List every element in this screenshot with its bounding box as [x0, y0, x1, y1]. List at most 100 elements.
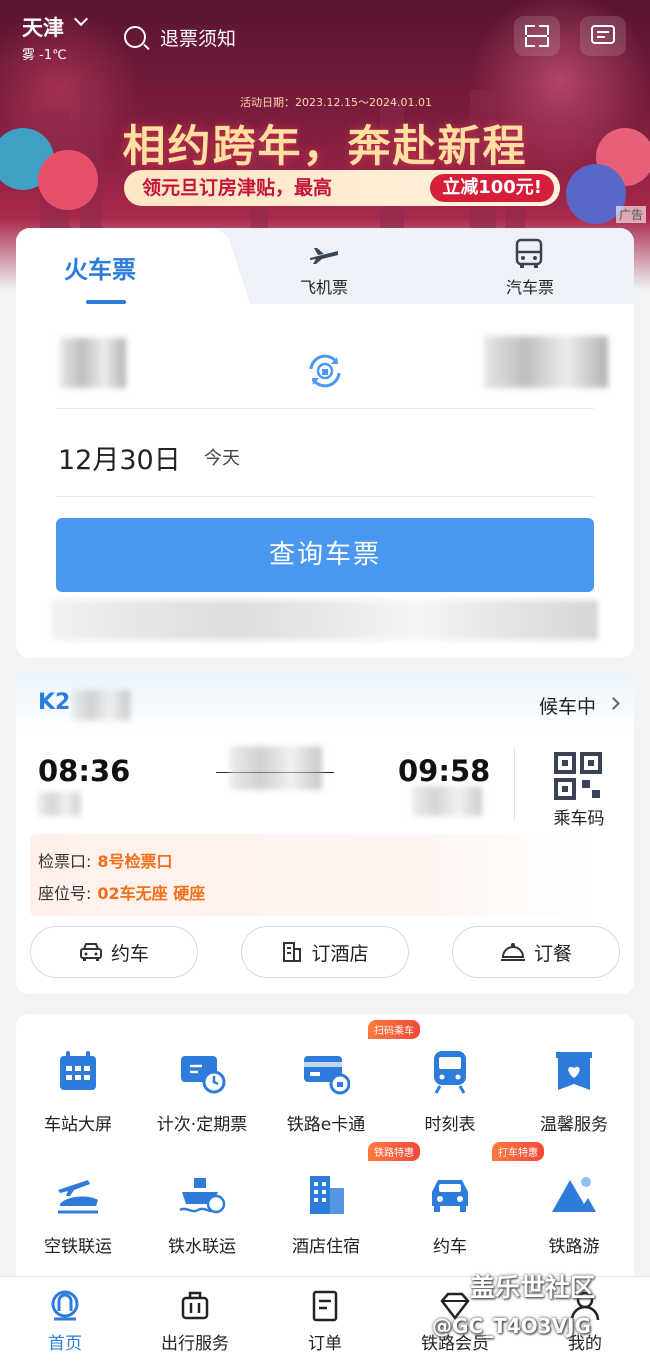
book-car-label: 约车: [110, 942, 149, 965]
car-icon: [432, 1180, 468, 1212]
scan-button[interactable]: [514, 16, 560, 56]
travel-date[interactable]: 12月30日: [58, 438, 181, 477]
banner-headline: 相约跨年，奔赴新程: [122, 122, 528, 172]
departure-time: 08:36: [38, 754, 131, 788]
seat-label: 座位号:: [38, 884, 92, 903]
service-caring[interactable]: 温馨服务: [512, 1048, 634, 1135]
service-station-screen[interactable]: 车站大屏: [16, 1048, 140, 1135]
scan-ride-badge: 扫码乘车: [368, 1020, 420, 1039]
tab-train-label[interactable]: 火车票: [64, 250, 136, 285]
message-icon: [591, 25, 615, 44]
city-chevron-down-icon[interactable]: [73, 11, 89, 27]
calendar-grid-icon: [60, 1051, 96, 1090]
airplane-icon[interactable]: [308, 242, 340, 266]
taxi-discount-badge: 打车特惠: [492, 1142, 544, 1161]
message-button[interactable]: [580, 16, 626, 56]
service-label: 计次·定期票: [156, 1115, 248, 1135]
plane-train-icon: [58, 1180, 98, 1214]
tab-bus[interactable]: 汽车票: [490, 274, 570, 298]
book-hotel-label: 订酒店: [311, 942, 369, 965]
service-periodic-ticket[interactable]: 计次·定期票: [140, 1048, 264, 1135]
scan-icon: [527, 35, 547, 37]
promo-text: 领元旦订房津贴，最高: [142, 177, 333, 199]
divider: [56, 408, 594, 409]
search-bar[interactable]: 退票须知: [124, 22, 236, 52]
cloche-icon: [500, 943, 525, 961]
trip-status[interactable]: 候车中: [539, 692, 596, 719]
watermark-community: 盖乐世社区: [470, 1273, 596, 1302]
qr-code-label[interactable]: 乘车码: [534, 804, 624, 829]
heart-box-icon: [556, 1052, 592, 1090]
bus-icon[interactable]: [514, 238, 544, 270]
ticket-info-panel: 检票口: 8号检票口 座位号: 02车无座 硬座: [30, 834, 590, 916]
current-trip-card[interactable]: K2 候车中 08:36 09:58 乘车码 检票口: 8号检票口 座位号: 02车…: [16, 674, 634, 994]
order-list-icon: [312, 1290, 338, 1322]
service-label: 车站大屏: [44, 1115, 112, 1135]
gate-label: 检票口:: [38, 852, 92, 871]
gate-value: 8号检票口: [97, 852, 173, 871]
tab-label: 出行服务: [161, 1334, 229, 1354]
service-rail-water[interactable]: 铁水联运: [140, 1170, 264, 1257]
ship-icon: [179, 1178, 226, 1214]
service-air-rail[interactable]: 空铁联运: [16, 1170, 140, 1257]
swap-stations-icon[interactable]: [303, 349, 347, 393]
divider: [56, 496, 594, 497]
banner-promo: 领元旦订房津贴，最高 立减100元!: [124, 170, 560, 206]
service-rail-ecard[interactable]: 扫码乘车 铁路e卡通: [264, 1020, 420, 1135]
gate-row: 检票口: 8号检票口: [38, 848, 173, 872]
seat-value: 02车无座 硬座: [97, 884, 206, 903]
tab-travel-services[interactable]: 出行服务: [130, 1277, 260, 1364]
service-label: 酒店住宿: [292, 1237, 360, 1257]
trip-date-redacted: [230, 746, 322, 790]
luggage-icon: [181, 1291, 209, 1320]
search-icon: [124, 26, 146, 48]
ticket-tabs: 火车票 飞机票 汽车票: [16, 228, 634, 306]
service-label: 约车: [433, 1237, 467, 1257]
service-label: 空铁联运: [44, 1237, 112, 1257]
ticket-clock-icon: [181, 1056, 226, 1094]
to-station-redacted[interactable]: [484, 336, 608, 388]
service-label: 铁路游: [548, 1237, 600, 1257]
book-car-button[interactable]: 约车: [30, 926, 198, 978]
seat-row: 座位号: 02车无座 硬座: [38, 880, 205, 904]
booking-card: 火车票 飞机票 汽车票 12月30日 今天 查询车票: [16, 228, 634, 658]
tab-orders[interactable]: 订单: [260, 1277, 390, 1364]
hotel-doc-icon: [283, 942, 302, 962]
order-meal-label: 订餐: [533, 942, 572, 965]
service-timetable[interactable]: 时刻表: [388, 1048, 512, 1135]
tab-active-indicator: [86, 300, 126, 304]
tab-home[interactable]: 首页: [0, 1277, 130, 1364]
service-rail-tour[interactable]: 铁路游: [512, 1170, 634, 1257]
tab-label: 首页: [48, 1334, 82, 1354]
today-label: 今天: [204, 448, 240, 469]
services-grid: 车站大屏 计次·定期票 扫码乘车 铁路e卡通 时刻表 温馨服务 空铁联运 铁水联…: [16, 1014, 634, 1276]
weather-text: 雾 -1℃: [22, 48, 67, 63]
railway-logo-icon: [51, 1290, 79, 1321]
query-tickets-button[interactable]: 查询车票: [56, 518, 594, 592]
service-label: 铁水联运: [168, 1237, 236, 1257]
rail-discount-badge: 铁路特惠: [368, 1142, 420, 1161]
tab-label: 订单: [308, 1334, 342, 1354]
taxi-icon: [79, 943, 102, 961]
train-number: K2: [38, 690, 71, 715]
service-label: 温馨服务: [540, 1115, 608, 1135]
book-hotel-button[interactable]: 订酒店: [241, 926, 409, 978]
watermark-handle: @GC_T4O3VJG: [432, 1314, 591, 1338]
service-car[interactable]: 打车特惠 约车: [388, 1142, 544, 1257]
train-number-redacted: [72, 690, 130, 720]
order-meal-button[interactable]: 订餐: [452, 926, 620, 978]
city-name[interactable]: 天津: [22, 12, 64, 42]
ad-tag: 广告: [615, 206, 646, 223]
qr-code-icon[interactable]: [554, 752, 602, 800]
arrival-time: 09:58: [398, 754, 491, 788]
promo-highlight: 立减100元!: [430, 174, 554, 202]
options-redacted[interactable]: [52, 600, 598, 640]
service-hotel[interactable]: 铁路特惠 酒店住宿: [264, 1142, 420, 1257]
train-icon: [434, 1051, 466, 1094]
from-station-redacted[interactable]: [60, 338, 126, 388]
departure-station-redacted: [38, 792, 80, 816]
mountain-icon: [552, 1177, 596, 1212]
divider: [514, 748, 515, 820]
tab-flight[interactable]: 飞机票: [284, 274, 364, 298]
top-bar: 天津 雾 -1℃ 退票须知: [0, 0, 650, 80]
